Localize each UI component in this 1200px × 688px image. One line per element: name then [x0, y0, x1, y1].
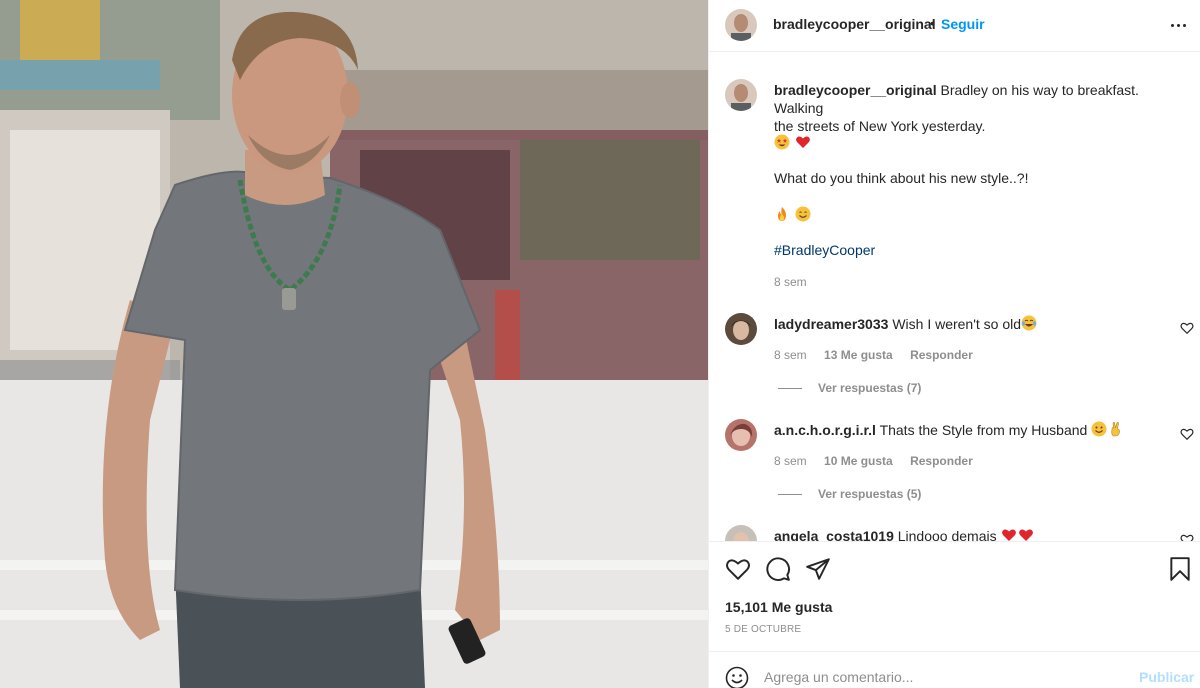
star-struck-emoji: [774, 134, 790, 150]
comment-body: Lindooo demais: [897, 528, 997, 541]
follow-button[interactable]: Seguir: [941, 16, 985, 32]
emoji-picker-icon[interactable]: [725, 666, 749, 688]
avatar[interactable]: [725, 525, 757, 541]
add-comment-bar: Publicar: [709, 651, 1200, 688]
avatar[interactable]: [725, 419, 757, 451]
comment-meta: 8 sem 10 Me gusta Responder: [774, 454, 987, 468]
caption-time: 8 sem: [774, 275, 821, 289]
divider: [778, 494, 802, 496]
comment-text: ladydreamer3033 Wish I weren't so old: [774, 315, 1038, 332]
comment-heart-icon[interactable]: [1180, 427, 1194, 441]
comment-text: a.n.c.h.o.r.g.i.r.l Thats the Style from…: [774, 421, 1125, 438]
post-date[interactable]: 5 DE OCTUBRE: [725, 624, 801, 635]
caption-time-text[interactable]: 8 sem: [774, 275, 807, 289]
action-bar: 15,101 Me gusta 5 DE OCTUBRE: [709, 541, 1200, 651]
comment-input[interactable]: [764, 666, 1124, 688]
avatar-image: [725, 9, 757, 41]
publish-button[interactable]: Publicar: [1139, 669, 1194, 685]
comment-body: Thats the Style from my Husband: [879, 422, 1088, 438]
red-heart-emoji: [796, 136, 810, 148]
comment-text: angela_costa1019 Lindooo demais: [774, 527, 1035, 541]
fire-emoji: [778, 207, 786, 221]
comment-username[interactable]: a.n.c.h.o.r.g.i.r.l: [774, 422, 876, 438]
likes-count[interactable]: 15,101 Me gusta: [725, 599, 832, 615]
comment-body: Wish I weren't so old: [892, 316, 1022, 332]
post-photo[interactable]: [0, 0, 708, 688]
comment-icon[interactable]: [765, 556, 791, 582]
avatar-image: [725, 419, 757, 451]
avatar-image: [725, 525, 757, 541]
caption-question: What do you think about his new style..?…: [774, 170, 1029, 186]
avatar-image: [725, 79, 757, 111]
comment-time[interactable]: 8 sem: [774, 348, 807, 362]
avatar[interactable]: [725, 9, 757, 41]
view-replies-button[interactable]: Ver respuestas (7): [778, 381, 921, 395]
caption-text-line2: the streets of New York yesterday.: [774, 118, 986, 134]
comment-likes[interactable]: 13 Me gusta: [824, 348, 893, 362]
red-heart-emoji: [1018, 529, 1033, 541]
caption-emojis-1: [774, 134, 812, 151]
paper-plane-icon[interactable]: [805, 556, 831, 582]
smiling-face-emoji: [1091, 421, 1107, 437]
caption-hashtag[interactable]: #BradleyCooper: [774, 242, 875, 258]
post-username[interactable]: bradleycooper__original: [773, 16, 936, 32]
view-replies-button[interactable]: Ver respuestas (5): [778, 487, 921, 501]
comment-time[interactable]: 8 sem: [774, 454, 807, 468]
victory-hand-emoji: [1111, 421, 1121, 437]
reply-button[interactable]: Responder: [910, 348, 973, 362]
bookmark-icon[interactable]: [1167, 556, 1193, 582]
caption-emojis-2: [774, 206, 812, 223]
caption-username[interactable]: bradleycooper__original: [774, 82, 937, 98]
view-replies-label: Ver respuestas (7): [818, 381, 922, 395]
tears-of-joy-emoji: [1021, 315, 1037, 331]
smiling-face-emoji: [795, 206, 811, 222]
comment-username[interactable]: ladydreamer3033: [774, 316, 888, 332]
post-panel: bradleycooper__original • Seguir bradley…: [708, 0, 1200, 688]
heart-icon[interactable]: [725, 556, 751, 582]
comment-username[interactable]: angela_costa1019: [774, 528, 894, 541]
more-horizontal-icon[interactable]: [1167, 14, 1191, 38]
photo-illustration: [0, 0, 708, 688]
comments-list[interactable]: bradleycooper__original Bradley on his w…: [709, 53, 1200, 541]
avatar[interactable]: [725, 79, 757, 111]
post-header: bradleycooper__original • Seguir: [709, 0, 1200, 52]
comment-likes[interactable]: 10 Me gusta: [824, 454, 893, 468]
reply-button[interactable]: Responder: [910, 454, 973, 468]
red-heart-emoji: [1001, 529, 1016, 541]
comment-heart-icon[interactable]: [1180, 533, 1194, 541]
divider: [778, 388, 802, 390]
comment-meta: 8 sem 13 Me gusta Responder: [774, 348, 987, 362]
separator-dot: •: [930, 15, 935, 31]
avatar-image: [725, 313, 757, 345]
comment-heart-icon[interactable]: [1180, 321, 1194, 335]
avatar[interactable]: [725, 313, 757, 345]
caption: bradleycooper__original Bradley on his w…: [774, 81, 1184, 135]
view-replies-label: Ver respuestas (5): [818, 487, 922, 501]
